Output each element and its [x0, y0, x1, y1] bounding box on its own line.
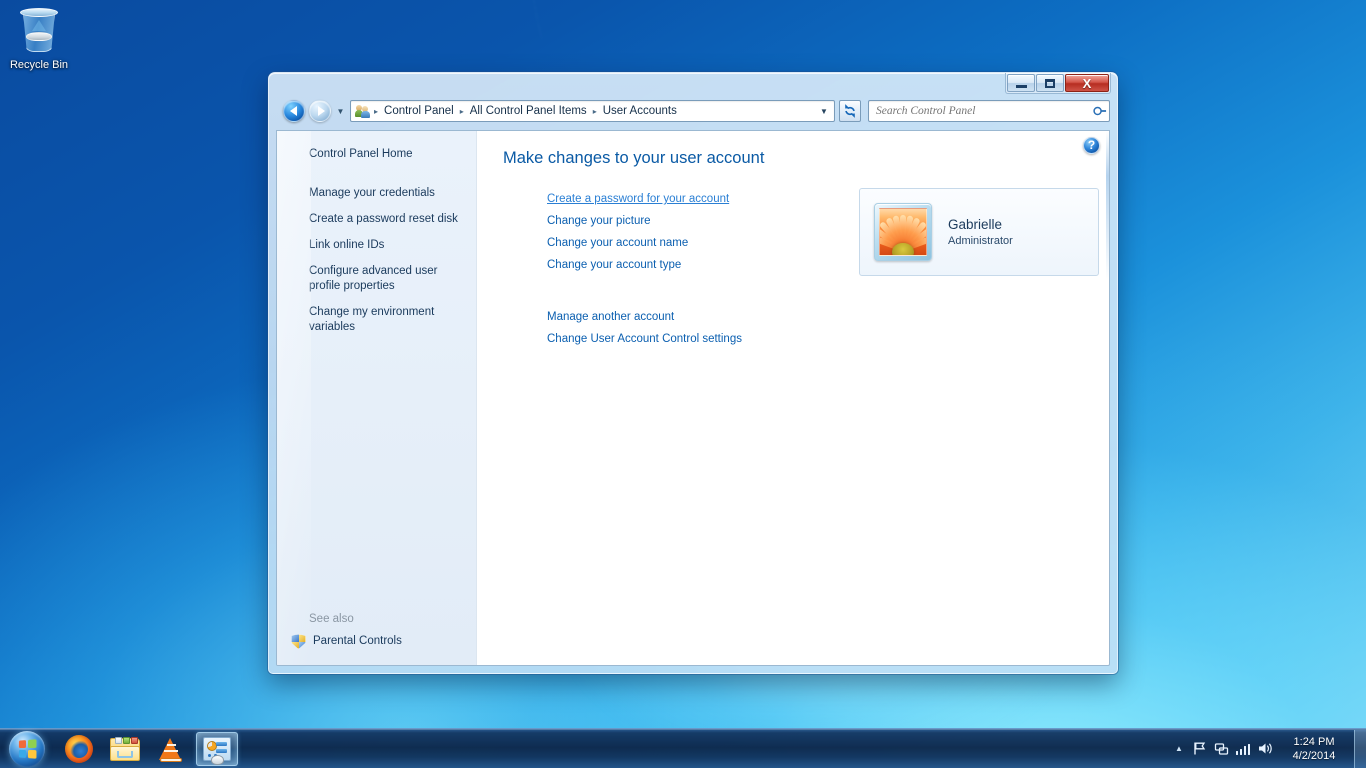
windows-explorer-icon — [110, 736, 140, 761]
desktop-icon-label: Recycle Bin — [9, 59, 69, 71]
firefox-icon — [65, 734, 93, 763]
back-arrow-icon — [289, 106, 297, 116]
forward-arrow-icon — [317, 106, 325, 116]
breadcrumb-item-user-accounts[interactable]: User Accounts — [600, 103, 680, 119]
minimize-button[interactable] — [1007, 74, 1035, 92]
window-content: Control Panel Home Manage your credentia… — [276, 130, 1110, 666]
sidebar-item-manage-credentials[interactable]: Manage your credentials — [277, 184, 476, 203]
account-layout: Create a password for your account Chang… — [503, 188, 1099, 350]
avatar[interactable] — [874, 203, 932, 261]
control-panel-icon — [203, 736, 231, 765]
taskbar-button-explorer[interactable] — [104, 732, 146, 766]
user-account-card[interactable]: Gabrielle Administrator — [859, 188, 1099, 276]
account-name: Gabrielle — [948, 216, 1003, 232]
control-panel-window[interactable]: X ▼ ▸ Control Panel ▸ All Control Panel … — [268, 72, 1118, 674]
breadcrumb-item-all-control-panel-items[interactable]: All Control Panel Items — [467, 103, 590, 119]
taskbar-button-control-panel[interactable] — [196, 731, 238, 766]
signal-bars-icon[interactable] — [1232, 730, 1254, 768]
parental-controls-label[interactable]: Parental Controls — [313, 632, 416, 651]
account-text: Gabrielle Administrator — [948, 216, 1013, 249]
link-change-picture[interactable]: Change your picture — [547, 213, 651, 229]
clock[interactable]: 1:24 PM 4/2/2014 — [1276, 735, 1352, 763]
flower-avatar-icon — [879, 208, 927, 256]
breadcrumb-separator: ▸ — [374, 106, 379, 116]
sidebar-item-password-reset-disk[interactable]: Create a password reset disk — [277, 210, 476, 229]
refresh-icon — [845, 104, 855, 118]
taskbar-buttons — [58, 731, 238, 766]
task-row[interactable]: Change your account type — [525, 254, 813, 276]
task-list: Create a password for your account Chang… — [503, 188, 813, 350]
vlc-icon — [159, 736, 183, 762]
chevron-down-icon[interactable]: ▼ — [816, 107, 832, 116]
sidebar: Control Panel Home Manage your credentia… — [277, 131, 477, 665]
see-also-section: See also Parental Controls — [277, 613, 476, 665]
link-change-uac-settings[interactable]: Change User Account Control settings — [547, 331, 742, 347]
link-change-account-name[interactable]: Change your account name — [547, 235, 688, 251]
network-icon[interactable] — [1210, 730, 1232, 768]
sidebar-item-link-online-ids[interactable]: Link online IDs — [277, 236, 476, 255]
link-create-password[interactable]: Create a password for your account — [547, 191, 729, 207]
taskbar-button-vlc[interactable] — [150, 732, 192, 766]
panel-edge-highlight — [1106, 131, 1109, 281]
windows-flag-icon — [18, 738, 37, 759]
sidebar-item-environment-variables[interactable]: Change my environment variables — [277, 303, 476, 337]
task-row[interactable]: Change your picture — [525, 210, 813, 232]
desktop-icon-recycle-bin[interactable]: Recycle Bin — [4, 6, 74, 72]
desktop[interactable]: Recycle Bin X ▼ ▸ Control Panel ▸ All Co… — [0, 0, 1366, 768]
minimize-glyph — [1015, 84, 1027, 88]
action-center-flag-icon[interactable] — [1188, 730, 1210, 768]
task-row[interactable]: Create a password for your account — [525, 188, 813, 210]
task-row[interactable]: Change your account name — [525, 232, 813, 254]
account-type: Administrator — [948, 234, 1013, 247]
page-title: Make changes to your user account — [503, 149, 765, 167]
sidebar-item-advanced-user-profile[interactable]: Configure advanced user profile properti… — [277, 262, 476, 296]
taskbar[interactable]: ▲ 1:24 PM 4/2/2014 — [0, 728, 1366, 768]
search-icon — [1093, 106, 1107, 116]
help-icon[interactable]: ? — [1083, 137, 1100, 154]
recycle-bin-icon — [4, 6, 74, 58]
task-row[interactable]: Change User Account Control settings — [525, 328, 813, 350]
show-desktop-button[interactable] — [1354, 729, 1366, 768]
sidebar-item-parental-controls[interactable]: Parental Controls — [277, 632, 476, 651]
forward-button[interactable] — [309, 100, 331, 122]
see-also-heading: See also — [309, 613, 354, 625]
link-change-account-type[interactable]: Change your account type — [547, 257, 681, 273]
window-controls: X — [1005, 73, 1111, 94]
search-box[interactable] — [868, 100, 1110, 122]
tray-expand-icon[interactable]: ▲ — [1170, 744, 1188, 753]
close-button[interactable]: X — [1065, 74, 1109, 92]
taskbar-button-firefox[interactable] — [58, 732, 100, 766]
search-input[interactable] — [876, 105, 1093, 117]
task-row[interactable]: Manage another account — [525, 306, 813, 328]
system-tray: ▲ 1:24 PM 4/2/2014 — [1170, 729, 1366, 768]
clock-time: 1:24 PM — [1293, 735, 1335, 748]
breadcrumb[interactable]: ▸ Control Panel ▸ All Control Panel Item… — [350, 100, 835, 122]
recent-pages-chevron-icon[interactable]: ▼ — [335, 107, 346, 116]
clock-date: 4/2/2014 — [1292, 749, 1336, 762]
main-panel: ? Make changes to your user account Crea… — [477, 131, 1109, 665]
maximize-button[interactable] — [1036, 74, 1064, 92]
start-orb-icon — [9, 730, 45, 767]
sidebar-item-control-panel-home[interactable]: Control Panel Home — [277, 145, 476, 164]
window-titlebar[interactable]: X — [276, 73, 1111, 99]
breadcrumb-item-control-panel[interactable]: Control Panel — [381, 103, 457, 119]
back-button[interactable] — [283, 100, 305, 122]
link-manage-another-account[interactable]: Manage another account — [547, 309, 674, 325]
maximize-glyph — [1045, 78, 1055, 88]
breadcrumb-separator: ▸ — [459, 106, 464, 116]
breadcrumb-separator: ▸ — [592, 106, 597, 116]
start-button[interactable] — [2, 730, 52, 768]
address-bar[interactable]: ▼ ▸ Control Panel ▸ All Control Panel It… — [276, 99, 1110, 123]
volume-speaker-icon[interactable] — [1254, 730, 1276, 768]
user-accounts-icon — [355, 103, 371, 119]
refresh-button[interactable] — [839, 100, 861, 122]
uac-shield-icon — [291, 634, 306, 649]
